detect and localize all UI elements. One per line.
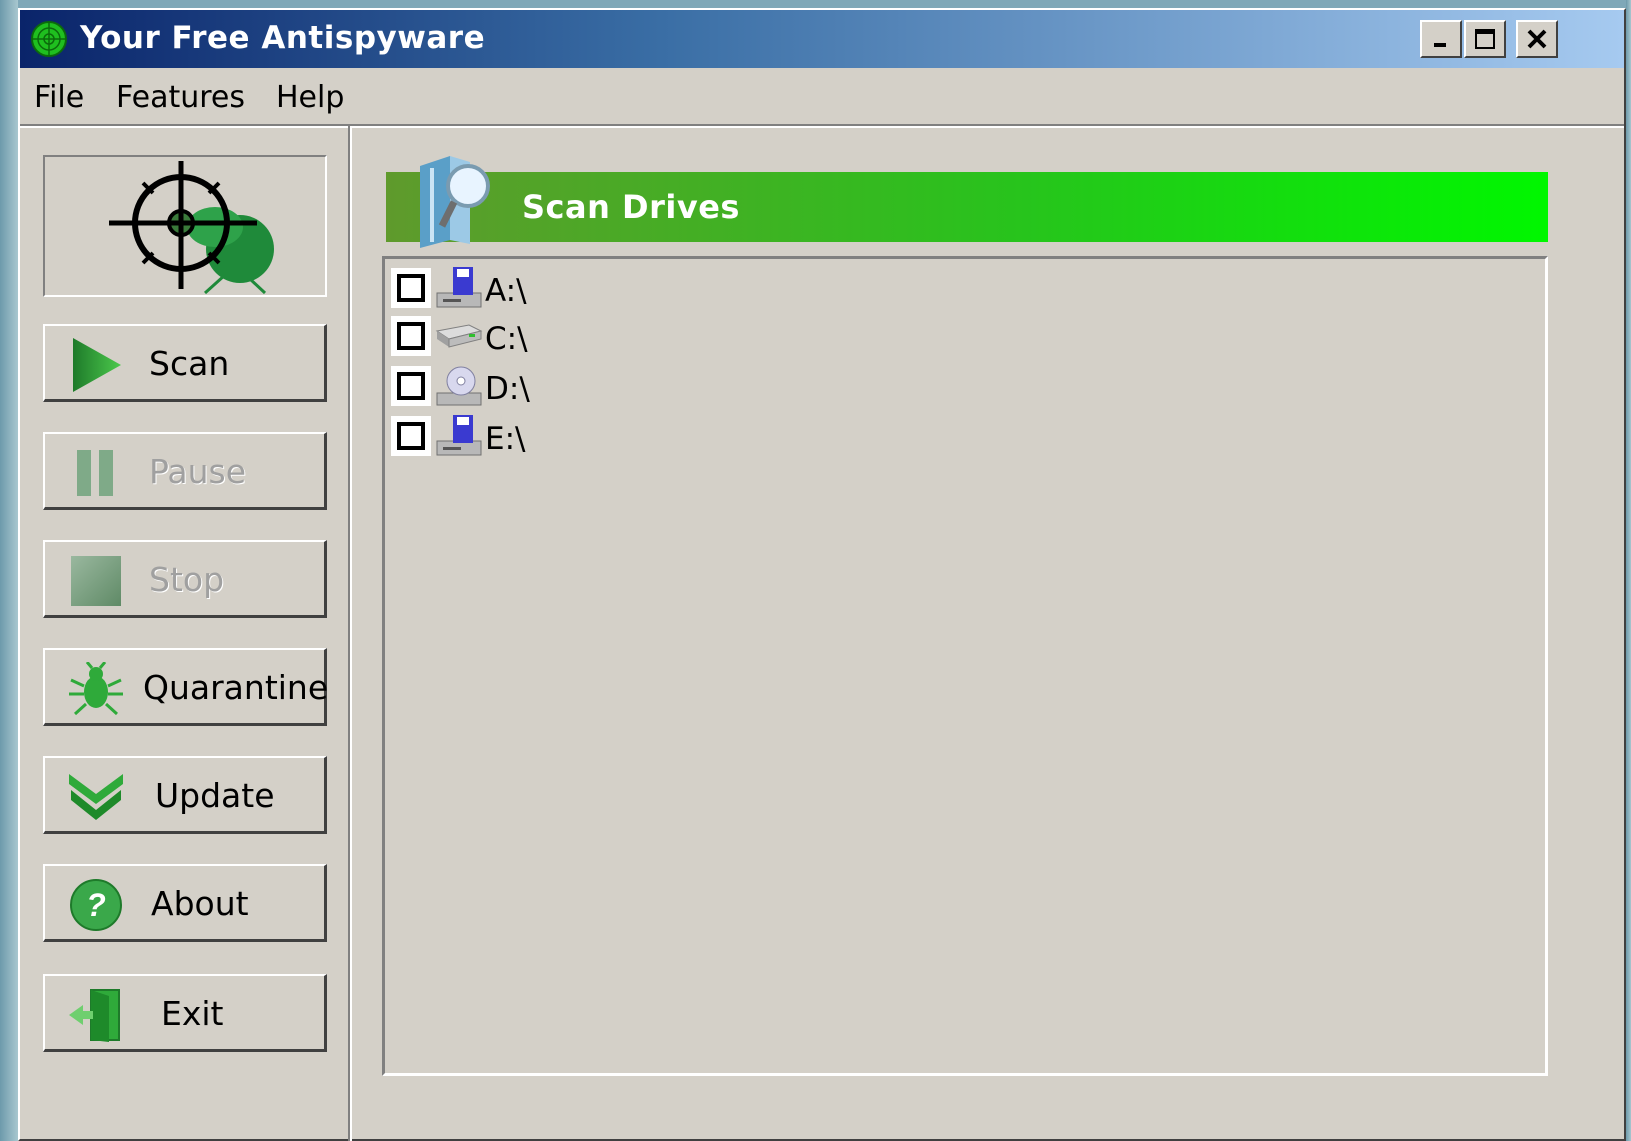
drive-list[interactable]: A:\ C:\ D:\ E:\ bbox=[382, 256, 1548, 1076]
minimize-button[interactable] bbox=[1420, 20, 1462, 58]
chevron-down-icon bbox=[69, 774, 123, 820]
exit-button-label: Exit bbox=[161, 994, 224, 1033]
crosshair-bug-logo-icon bbox=[109, 161, 274, 295]
floppy-drive-icon bbox=[436, 415, 482, 456]
menu-bar bbox=[20, 68, 1624, 128]
window-title: Your Free Antispyware bbox=[80, 20, 486, 56]
scan-button[interactable]: Scan bbox=[43, 324, 327, 402]
desktop-background-right bbox=[1626, 0, 1631, 1141]
drive-d-label: D:\ bbox=[485, 371, 530, 407]
maximize-icon bbox=[1475, 29, 1495, 49]
scan-drives-title: Scan Drives bbox=[522, 188, 740, 226]
quarantine-button[interactable]: Quarantine bbox=[43, 648, 329, 726]
title-bar[interactable]: Your Free Antispyware bbox=[20, 10, 1624, 68]
drive-c-checkbox[interactable] bbox=[391, 316, 431, 356]
magnifier-folder-icon bbox=[420, 156, 490, 248]
exit-door-icon bbox=[69, 989, 120, 1042]
about-button-label: About bbox=[151, 884, 249, 923]
stop-button[interactable]: Stop bbox=[43, 540, 327, 618]
logo-panel bbox=[43, 155, 327, 297]
menu-features[interactable]: Features bbox=[116, 80, 245, 115]
about-button[interactable]: ? About bbox=[43, 864, 327, 942]
sidebar-separator bbox=[348, 126, 352, 1141]
close-icon bbox=[1527, 29, 1547, 49]
stop-button-label: Stop bbox=[149, 560, 225, 599]
bug-icon bbox=[69, 662, 123, 716]
pause-button-label: Pause bbox=[149, 452, 247, 491]
quarantine-button-label: Quarantine bbox=[143, 668, 329, 707]
play-icon bbox=[73, 338, 121, 392]
cd-drive-icon bbox=[436, 366, 482, 406]
floppy-drive-icon bbox=[436, 267, 482, 308]
close-button[interactable] bbox=[1516, 20, 1558, 58]
update-button-label: Update bbox=[155, 776, 275, 815]
hard-drive-icon bbox=[435, 324, 483, 348]
scan-button-label: Scan bbox=[149, 344, 230, 383]
stop-icon bbox=[71, 556, 121, 606]
app-radar-icon bbox=[31, 21, 67, 57]
drive-a-checkbox[interactable] bbox=[391, 268, 431, 308]
desktop-background bbox=[0, 0, 18, 1141]
pause-icon bbox=[77, 450, 113, 496]
drive-e-label: E:\ bbox=[485, 421, 526, 457]
update-button[interactable]: Update bbox=[43, 756, 327, 834]
exit-button[interactable]: Exit bbox=[43, 974, 327, 1052]
menu-file[interactable]: File bbox=[34, 80, 84, 115]
menu-separator bbox=[20, 124, 1624, 128]
menu-help[interactable]: Help bbox=[276, 80, 344, 115]
drive-c-label: C:\ bbox=[485, 321, 528, 357]
app-window: Your Free Antispyware File Features Help bbox=[18, 8, 1626, 1141]
maximize-button[interactable] bbox=[1464, 20, 1506, 58]
help-icon: ? bbox=[70, 879, 122, 931]
drive-d-checkbox[interactable] bbox=[391, 366, 431, 406]
drive-e-checkbox[interactable] bbox=[391, 416, 431, 456]
drive-a-label: A:\ bbox=[485, 273, 527, 309]
minimize-icon bbox=[1434, 43, 1446, 47]
svg-text:?: ? bbox=[86, 887, 106, 923]
pause-button[interactable]: Pause bbox=[43, 432, 327, 510]
